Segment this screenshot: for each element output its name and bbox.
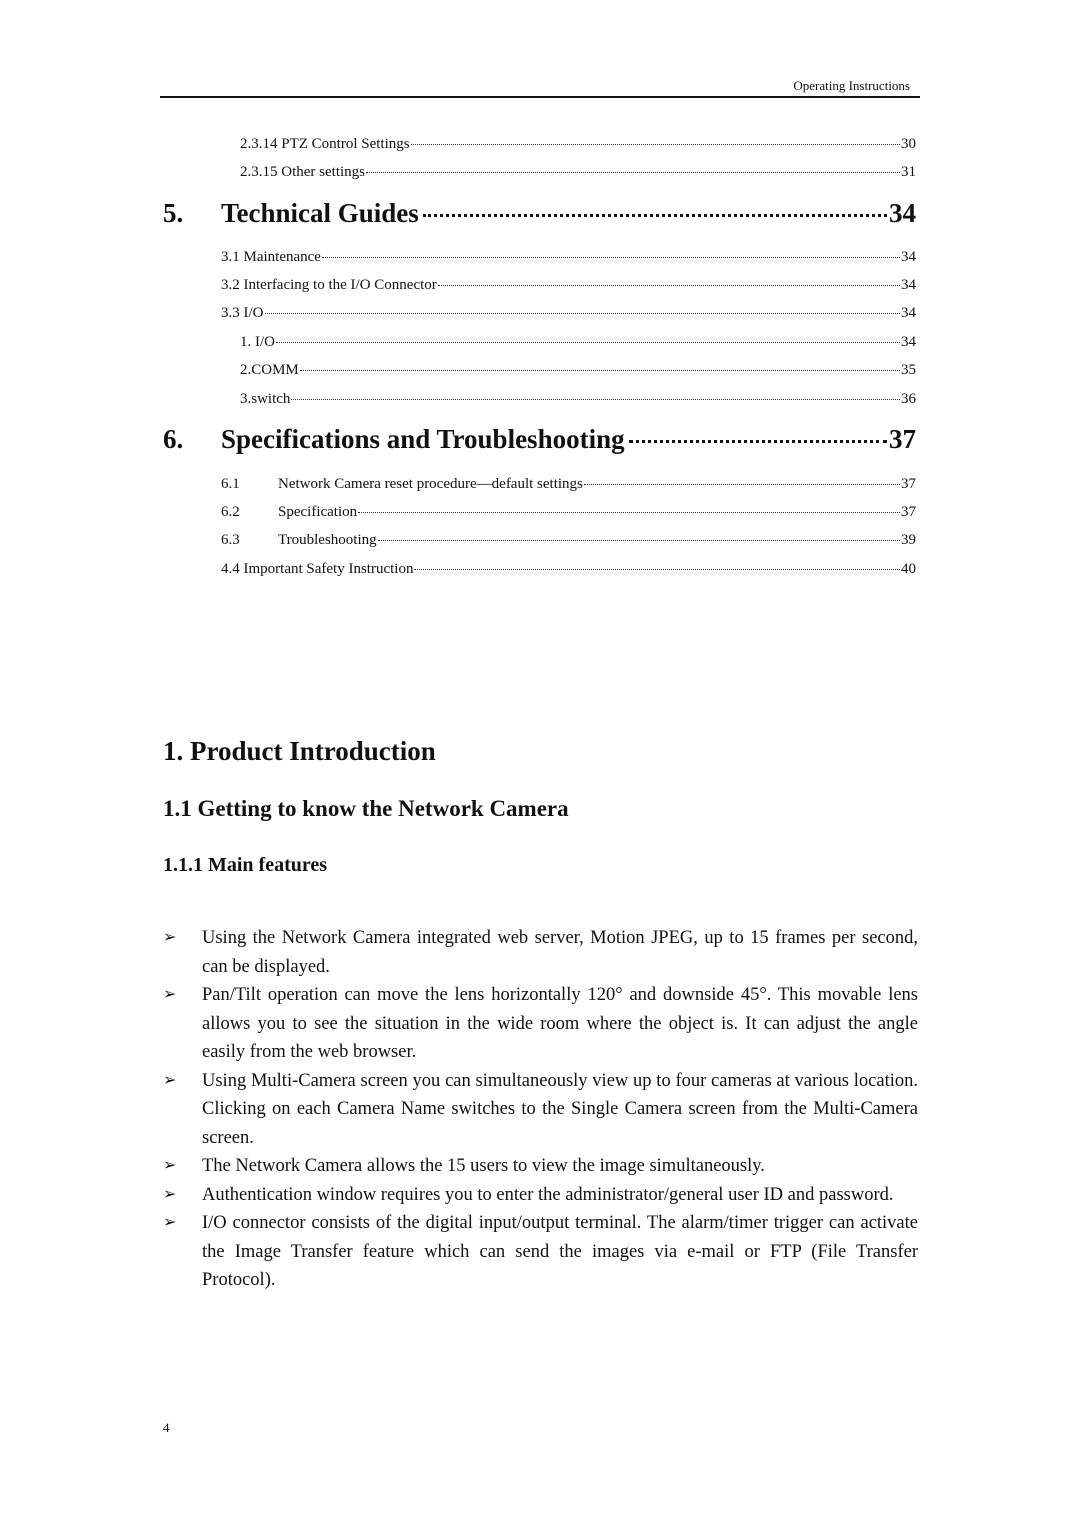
toc-entry-label: 3.1 Maintenance <box>221 249 321 265</box>
toc-leader <box>299 370 900 371</box>
arrowhead-bullet-icon: ➢ <box>163 1214 177 1231</box>
toc-entry-label: 2.COMM <box>240 362 299 378</box>
toc-entry-number: 6.1 <box>221 476 240 492</box>
toc-entry-label: 3.switch <box>240 391 291 407</box>
toc-leader <box>437 285 900 286</box>
toc-entry-page: 36 <box>901 391 916 407</box>
toc-chapter-page: 34 <box>889 198 916 228</box>
toc-leader <box>276 342 900 343</box>
toc-entry-page: 34 <box>901 305 916 321</box>
toc-entry-page: 34 <box>901 277 916 293</box>
toc-leader <box>358 512 900 513</box>
toc-entry[interactable]: 6.3 Troubleshooting 39 <box>221 532 916 549</box>
toc-entry-label: 3.3 I/O <box>221 305 264 321</box>
toc-entry-page: 30 <box>901 136 916 152</box>
toc-entry[interactable]: 1. I/O 34 <box>240 334 916 351</box>
feature-text: Using Multi-Camera screen you can simult… <box>202 1070 918 1148</box>
subsection-heading-getting-to-know: 1.1 Getting to know the Network Camera <box>163 796 569 821</box>
toc-leader <box>422 214 887 217</box>
feature-item: ➢ Using Multi-Camera screen you can simul… <box>163 1067 918 1153</box>
feature-text: Pan/Tilt operation can move the lens hor… <box>202 985 918 1062</box>
section-heading-product-introduction: 1. Product Introduction <box>163 736 436 766</box>
toc-entry[interactable]: 3.2 Interfacing to the I/O Connector 34 <box>221 277 916 294</box>
toc-entry-page: 35 <box>901 362 916 378</box>
toc-chapter-5[interactable]: 5. Technical Guides 34 <box>163 198 916 229</box>
toc-entry-page: 34 <box>901 334 916 350</box>
feature-item: ➢ Authentication window requires you to e… <box>163 1181 918 1210</box>
toc-leader <box>264 313 900 314</box>
toc-entry[interactable]: 4.4 Important Safety Instruction 40 <box>221 561 916 578</box>
feature-text: Authentication window requires you to en… <box>202 1184 894 1205</box>
toc-leader <box>366 172 900 173</box>
toc-entry[interactable]: 2.3.15 Other settings 31 <box>240 164 916 181</box>
toc-entry-label: Network Camera reset procedure—default s… <box>278 476 583 492</box>
toc-entry[interactable]: 6.2 Specification 37 <box>221 504 916 521</box>
page-number: 4 <box>163 1420 170 1435</box>
toc-entry-number: 6.3 <box>221 532 240 548</box>
arrowhead-bullet-icon: ➢ <box>163 1071 177 1089</box>
arrowhead-bullet-icon: ➢ <box>163 1157 177 1174</box>
feature-text: Using the Network Camera integrated web … <box>202 928 918 977</box>
toc-chapter-number: 6. <box>163 424 184 454</box>
toc-entry-page: 31 <box>901 164 916 180</box>
toc-entry-label: Specification <box>278 504 358 520</box>
toc-entry[interactable]: 2.3.14 PTZ Control Settings 30 <box>240 136 916 153</box>
toc-entry-label: 1. I/O <box>240 334 275 350</box>
toc-entry-label: Troubleshooting <box>278 532 377 548</box>
toc-entry-label: 2.3.14 PTZ Control Settings <box>240 136 410 152</box>
toc-entry[interactable]: 2.COMM 35 <box>240 362 916 379</box>
feature-item: ➢ Pan/Tilt operation can move the lens ho… <box>163 981 918 1067</box>
toc-leader <box>321 257 900 258</box>
toc-entry[interactable]: 3.3 I/O 34 <box>221 305 916 322</box>
running-header-title: Operating Instructions <box>793 78 910 93</box>
toc-leader <box>414 569 900 570</box>
toc-chapter-6[interactable]: 6. Specifications and Troubleshooting 37 <box>163 424 916 455</box>
toc-chapter-number: 5. <box>163 198 184 228</box>
features-list: ➢ Using the Network Camera integrated web… <box>163 924 918 1295</box>
toc-entry-page: 40 <box>901 561 916 577</box>
feature-item: ➢ The Network Camera allows the 15 users … <box>163 1152 918 1181</box>
toc-chapter-title: Technical Guides <box>221 198 419 228</box>
toc-leader <box>410 144 900 145</box>
toc-entry[interactable]: 3.1 Maintenance 34 <box>221 249 916 266</box>
toc-leader <box>628 440 887 443</box>
feature-item: ➢ I/O connector consists of the digital i… <box>163 1209 918 1295</box>
arrowhead-bullet-icon: ➢ <box>163 1185 177 1203</box>
toc-entry-page: 39 <box>901 532 916 548</box>
feature-text: The Network Camera allows the 15 users t… <box>202 1156 765 1176</box>
toc-entry[interactable]: 6.1 Network Camera reset procedure—defau… <box>221 476 916 493</box>
toc-entry-label: 3.2 Interfacing to the I/O Connector <box>221 277 437 293</box>
header-rule <box>160 96 920 98</box>
arrowhead-bullet-icon: ➢ <box>163 929 177 946</box>
toc-leader <box>291 399 900 400</box>
toc-entry-label: 4.4 Important Safety Instruction <box>221 561 414 577</box>
arrowhead-bullet-icon: ➢ <box>163 986 177 1003</box>
toc-chapter-page: 37 <box>889 424 916 454</box>
toc-entry-page: 37 <box>901 476 916 492</box>
feature-text: I/O connector consists of the digital in… <box>202 1213 918 1290</box>
subsubsection-heading-main-features: 1.1.1 Main features <box>163 854 328 876</box>
toc-entry-page: 37 <box>901 504 916 520</box>
toc-entry[interactable]: 3.switch 36 <box>240 391 916 408</box>
toc-entry-page: 34 <box>901 249 916 265</box>
toc-entry-label: 2.3.15 Other settings <box>240 164 365 180</box>
toc-chapter-title: Specifications and Troubleshooting <box>221 424 625 454</box>
feature-item: ➢ Using the Network Camera integrated web… <box>163 924 918 981</box>
toc-leader <box>583 484 900 485</box>
toc-entry-number: 6.2 <box>221 504 240 520</box>
toc-leader <box>377 540 900 541</box>
